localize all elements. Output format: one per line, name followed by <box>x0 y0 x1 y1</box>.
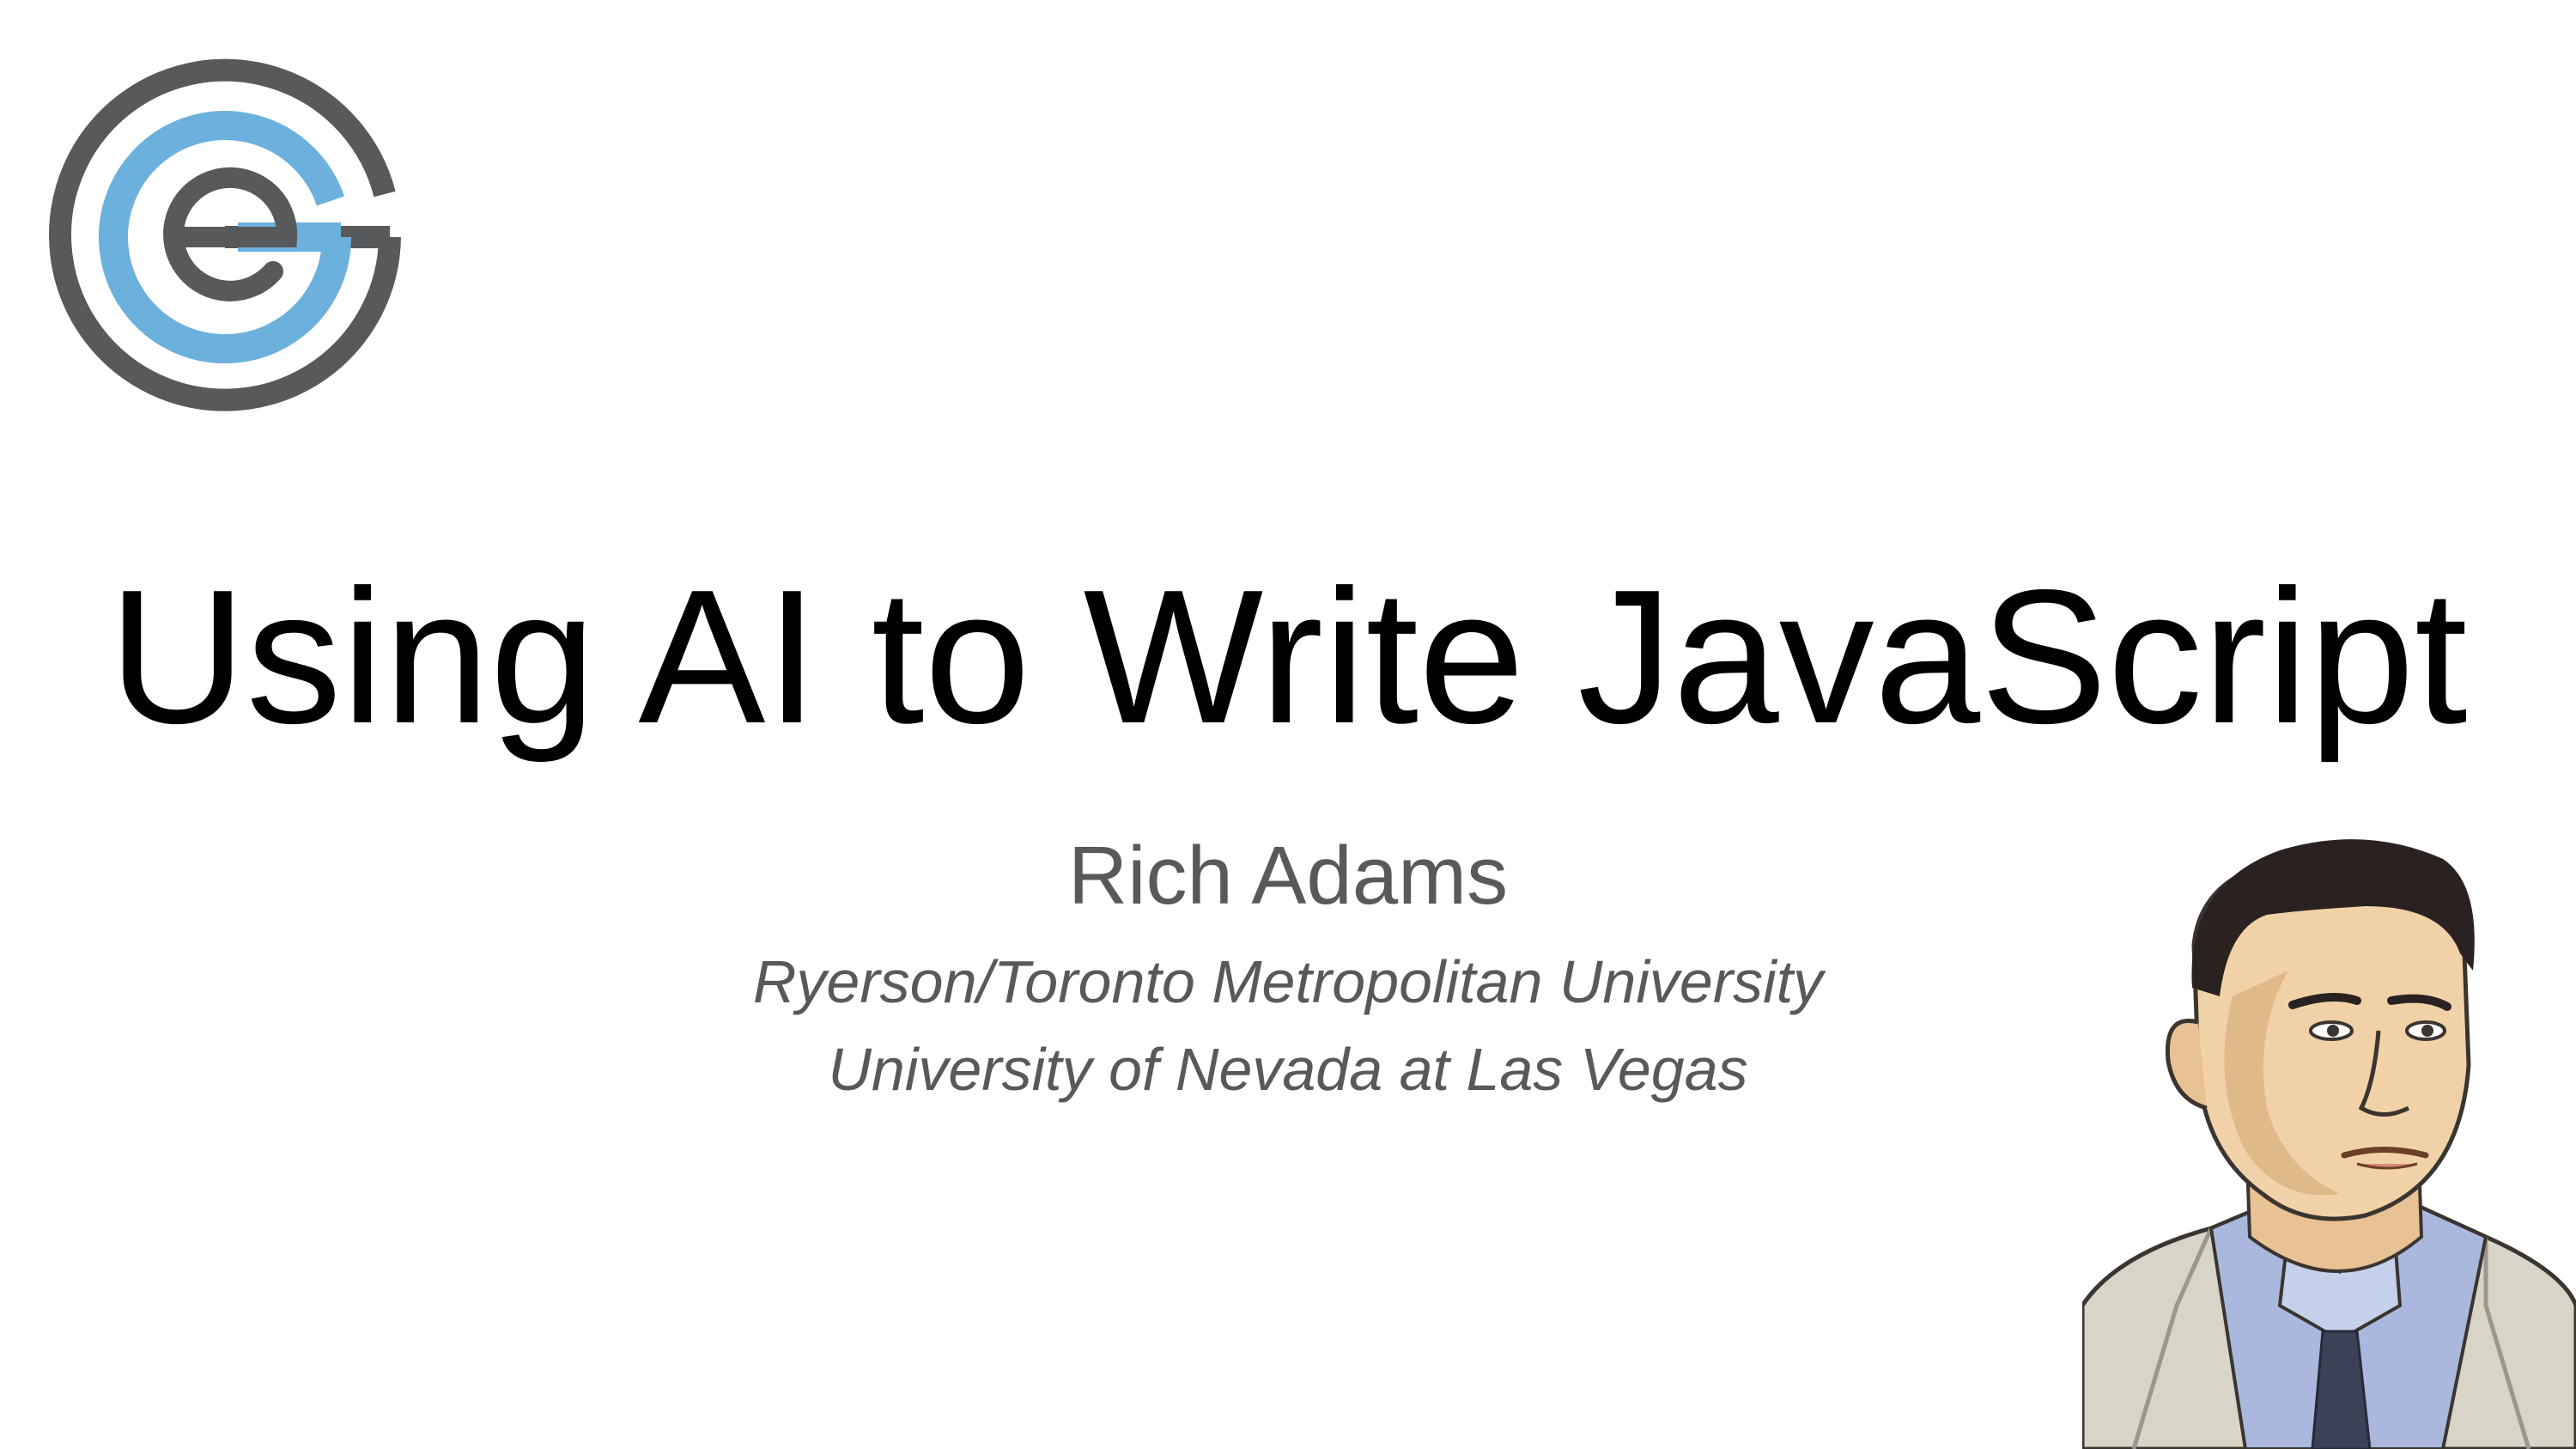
slide: Using AI to Write JavaScript Rich Adams … <box>0 0 2576 1449</box>
slide-title: Using AI to Write JavaScript <box>108 551 2468 764</box>
ge-rings-logo-icon <box>49 58 401 411</box>
portrait-illustration-icon <box>2082 839 2576 1449</box>
